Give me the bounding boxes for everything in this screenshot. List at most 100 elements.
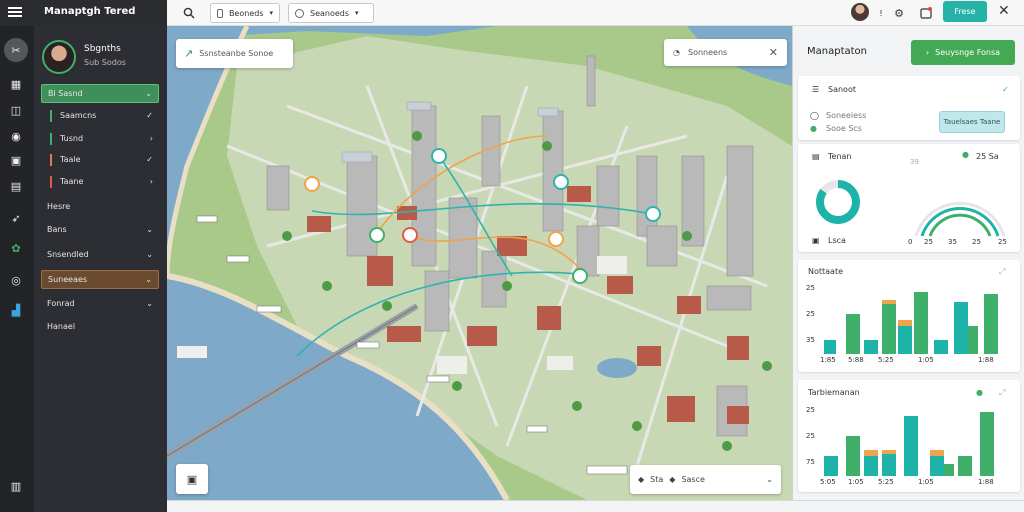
tools-icon[interactable]: ✂ bbox=[4, 38, 28, 62]
leaf-icon[interactable]: ✿ bbox=[8, 240, 24, 256]
chat-icon[interactable]: ▣ bbox=[8, 152, 24, 168]
axis-tick: 25 bbox=[806, 406, 815, 414]
status-pill[interactable]: Tauelsaes Taane bbox=[939, 111, 1005, 133]
chart-bar bbox=[864, 450, 878, 456]
chevron-right-icon: › bbox=[149, 134, 153, 143]
menu-item-active[interactable]: Bl Sasnd ⌄ bbox=[41, 84, 159, 103]
report-icon[interactable]: ▤ bbox=[8, 178, 24, 194]
status-bar bbox=[50, 109, 52, 122]
menu-item-label: Tusnd bbox=[60, 134, 84, 143]
layers-icon: ▣ bbox=[186, 472, 198, 486]
primary-action-button[interactable]: Frese bbox=[943, 1, 987, 22]
chart-bar bbox=[954, 302, 968, 354]
chart-bar bbox=[882, 450, 896, 454]
globe-icon[interactable]: ◎ bbox=[8, 272, 24, 288]
info-icon[interactable]: ! bbox=[872, 4, 890, 22]
radio-icon[interactable]: ◯ bbox=[810, 111, 819, 120]
menu-subitem[interactable]: Tusnd › bbox=[44, 129, 159, 148]
map-search-label: Ssnsteanbe Sonoe bbox=[199, 49, 274, 58]
axis-tick: 1:88 bbox=[978, 356, 994, 364]
map-pin-icon[interactable]: ◉ bbox=[8, 128, 24, 144]
city-map[interactable]: ↗ Ssnsteanbe Sonoe ◔ Sonneens ✕ ▣ ◆ Sta … bbox=[167, 26, 792, 500]
chart-bar bbox=[882, 304, 896, 354]
panel-title: Manaptaton bbox=[807, 46, 867, 57]
chart-bar bbox=[944, 464, 954, 476]
menu-item[interactable]: Fonrad ⌄ bbox=[41, 294, 159, 313]
chart-bar bbox=[846, 436, 860, 476]
axis-tick: 25 bbox=[806, 284, 815, 292]
chevron-down-icon: ⌄ bbox=[146, 250, 153, 259]
axis-tick: 5:88 bbox=[848, 356, 864, 364]
gauge-tick: 25 bbox=[972, 238, 981, 246]
right-panel: Manaptaton › Seuysnge Fonsa ☰ Sanoot ✓ ◯… bbox=[792, 26, 1024, 500]
profile-subtitle: Sub Sodos bbox=[84, 58, 126, 67]
search-icon[interactable] bbox=[180, 4, 198, 22]
notification-icon[interactable] bbox=[917, 4, 935, 22]
menu-subitem[interactable]: Taane › bbox=[44, 172, 159, 191]
bar-chart-2 bbox=[824, 412, 994, 476]
profile-avatar[interactable] bbox=[42, 40, 76, 74]
user-avatar[interactable] bbox=[851, 3, 869, 21]
chart-bar bbox=[934, 340, 948, 354]
scenario-dropdown[interactable]: Seanoeds ▾ bbox=[288, 3, 374, 23]
menu-item-label: Taale bbox=[60, 155, 81, 164]
side-panel: Sbgnths Sub Sodos Bl Sasnd ⌄ Saamcns ✓ T… bbox=[34, 26, 167, 512]
chart-bar bbox=[984, 294, 998, 354]
map-legend-bar[interactable]: ◆ Sta ◆ Sasce ⌄ bbox=[630, 465, 781, 494]
donut-gauge-card: ▤ Tenan 39 ● 25 Sa ▣ Lsca 0 25 35 25 25 bbox=[798, 144, 1020, 252]
filter-icon: ◔ bbox=[673, 48, 680, 57]
map-illustration bbox=[167, 26, 792, 500]
map-tool-button[interactable]: ▣ bbox=[176, 464, 208, 494]
brand-area: Manaptgh Tered bbox=[0, 0, 167, 26]
menu-icon: ▣ bbox=[812, 236, 820, 245]
menu-item-highlighted[interactable]: Suneeaes ⌄ bbox=[41, 270, 159, 289]
view-dropdown-label: Beoneds bbox=[228, 8, 264, 18]
axis-tick: 75 bbox=[806, 458, 815, 466]
hamburger-menu-icon[interactable] bbox=[8, 5, 22, 19]
menu-item[interactable]: Snsendled ⌄ bbox=[41, 245, 159, 264]
grid-icon[interactable]: ▦ bbox=[8, 76, 24, 92]
axis-tick: 5:25 bbox=[878, 478, 894, 486]
menu-item[interactable]: Bans ⌄ bbox=[41, 220, 159, 239]
status-bar bbox=[50, 132, 52, 145]
close-icon[interactable]: ✕ bbox=[998, 3, 1010, 19]
axis-tick: 5:05 bbox=[820, 478, 836, 486]
summary-row-label: Soneeiess bbox=[826, 111, 867, 120]
menu-subitem[interactable]: Saamcns ✓ bbox=[44, 106, 159, 125]
chevron-down-icon: ⌄ bbox=[145, 89, 152, 98]
chart-bar bbox=[846, 314, 860, 354]
gauge-tick: 25 bbox=[924, 238, 933, 246]
map-filter-box[interactable]: ◔ Sonneens ✕ bbox=[664, 39, 787, 66]
menu-item-label: Saamcns bbox=[60, 111, 97, 120]
close-icon[interactable]: ✕ bbox=[769, 46, 778, 59]
chevron-down-icon[interactable]: ⌄ bbox=[766, 475, 773, 484]
building-icon[interactable]: ▥ bbox=[8, 478, 24, 494]
chart-bar bbox=[864, 456, 878, 476]
chart-bar bbox=[914, 292, 928, 354]
menu-item[interactable]: Hesre bbox=[41, 197, 159, 216]
axis-tick: 1:05 bbox=[918, 356, 934, 364]
axis-tick: 1:85 bbox=[820, 356, 836, 364]
axis-tick: 1:05 bbox=[848, 478, 864, 486]
globe-icon bbox=[295, 8, 304, 18]
app-brand: Manaptgh Tered bbox=[44, 6, 136, 17]
summary-row-label: Sanoot bbox=[828, 85, 856, 94]
menu-item[interactable]: Hanael bbox=[41, 317, 159, 336]
menu-item-label: Snsendled bbox=[47, 250, 89, 259]
chevron-down-icon: ⌄ bbox=[146, 299, 153, 308]
chevron-down-icon: ⌄ bbox=[146, 225, 153, 234]
legend-label-a: Sta bbox=[650, 475, 664, 484]
layers-icon[interactable]: ◫ bbox=[8, 102, 24, 118]
axis-tick: 1:88 bbox=[978, 478, 994, 486]
panel-action-button[interactable]: › Seuysnge Fonsa bbox=[911, 40, 1015, 65]
summary-row-sub: Sooe Scs bbox=[826, 124, 862, 133]
profile-name: Sbgnths bbox=[84, 44, 121, 54]
route-icon[interactable]: ➶ bbox=[8, 210, 24, 226]
view-dropdown[interactable]: Beoneds ▾ bbox=[210, 3, 280, 23]
chart-icon[interactable]: ▟ bbox=[8, 302, 24, 318]
chart-bar bbox=[882, 454, 896, 476]
axis-tick: 25 bbox=[806, 432, 815, 440]
settings-icon[interactable]: ⚙ bbox=[890, 4, 908, 22]
menu-subitem[interactable]: Taale ✓ bbox=[44, 150, 159, 169]
map-search-box[interactable]: ↗ Ssnsteanbe Sonoe bbox=[176, 39, 293, 68]
